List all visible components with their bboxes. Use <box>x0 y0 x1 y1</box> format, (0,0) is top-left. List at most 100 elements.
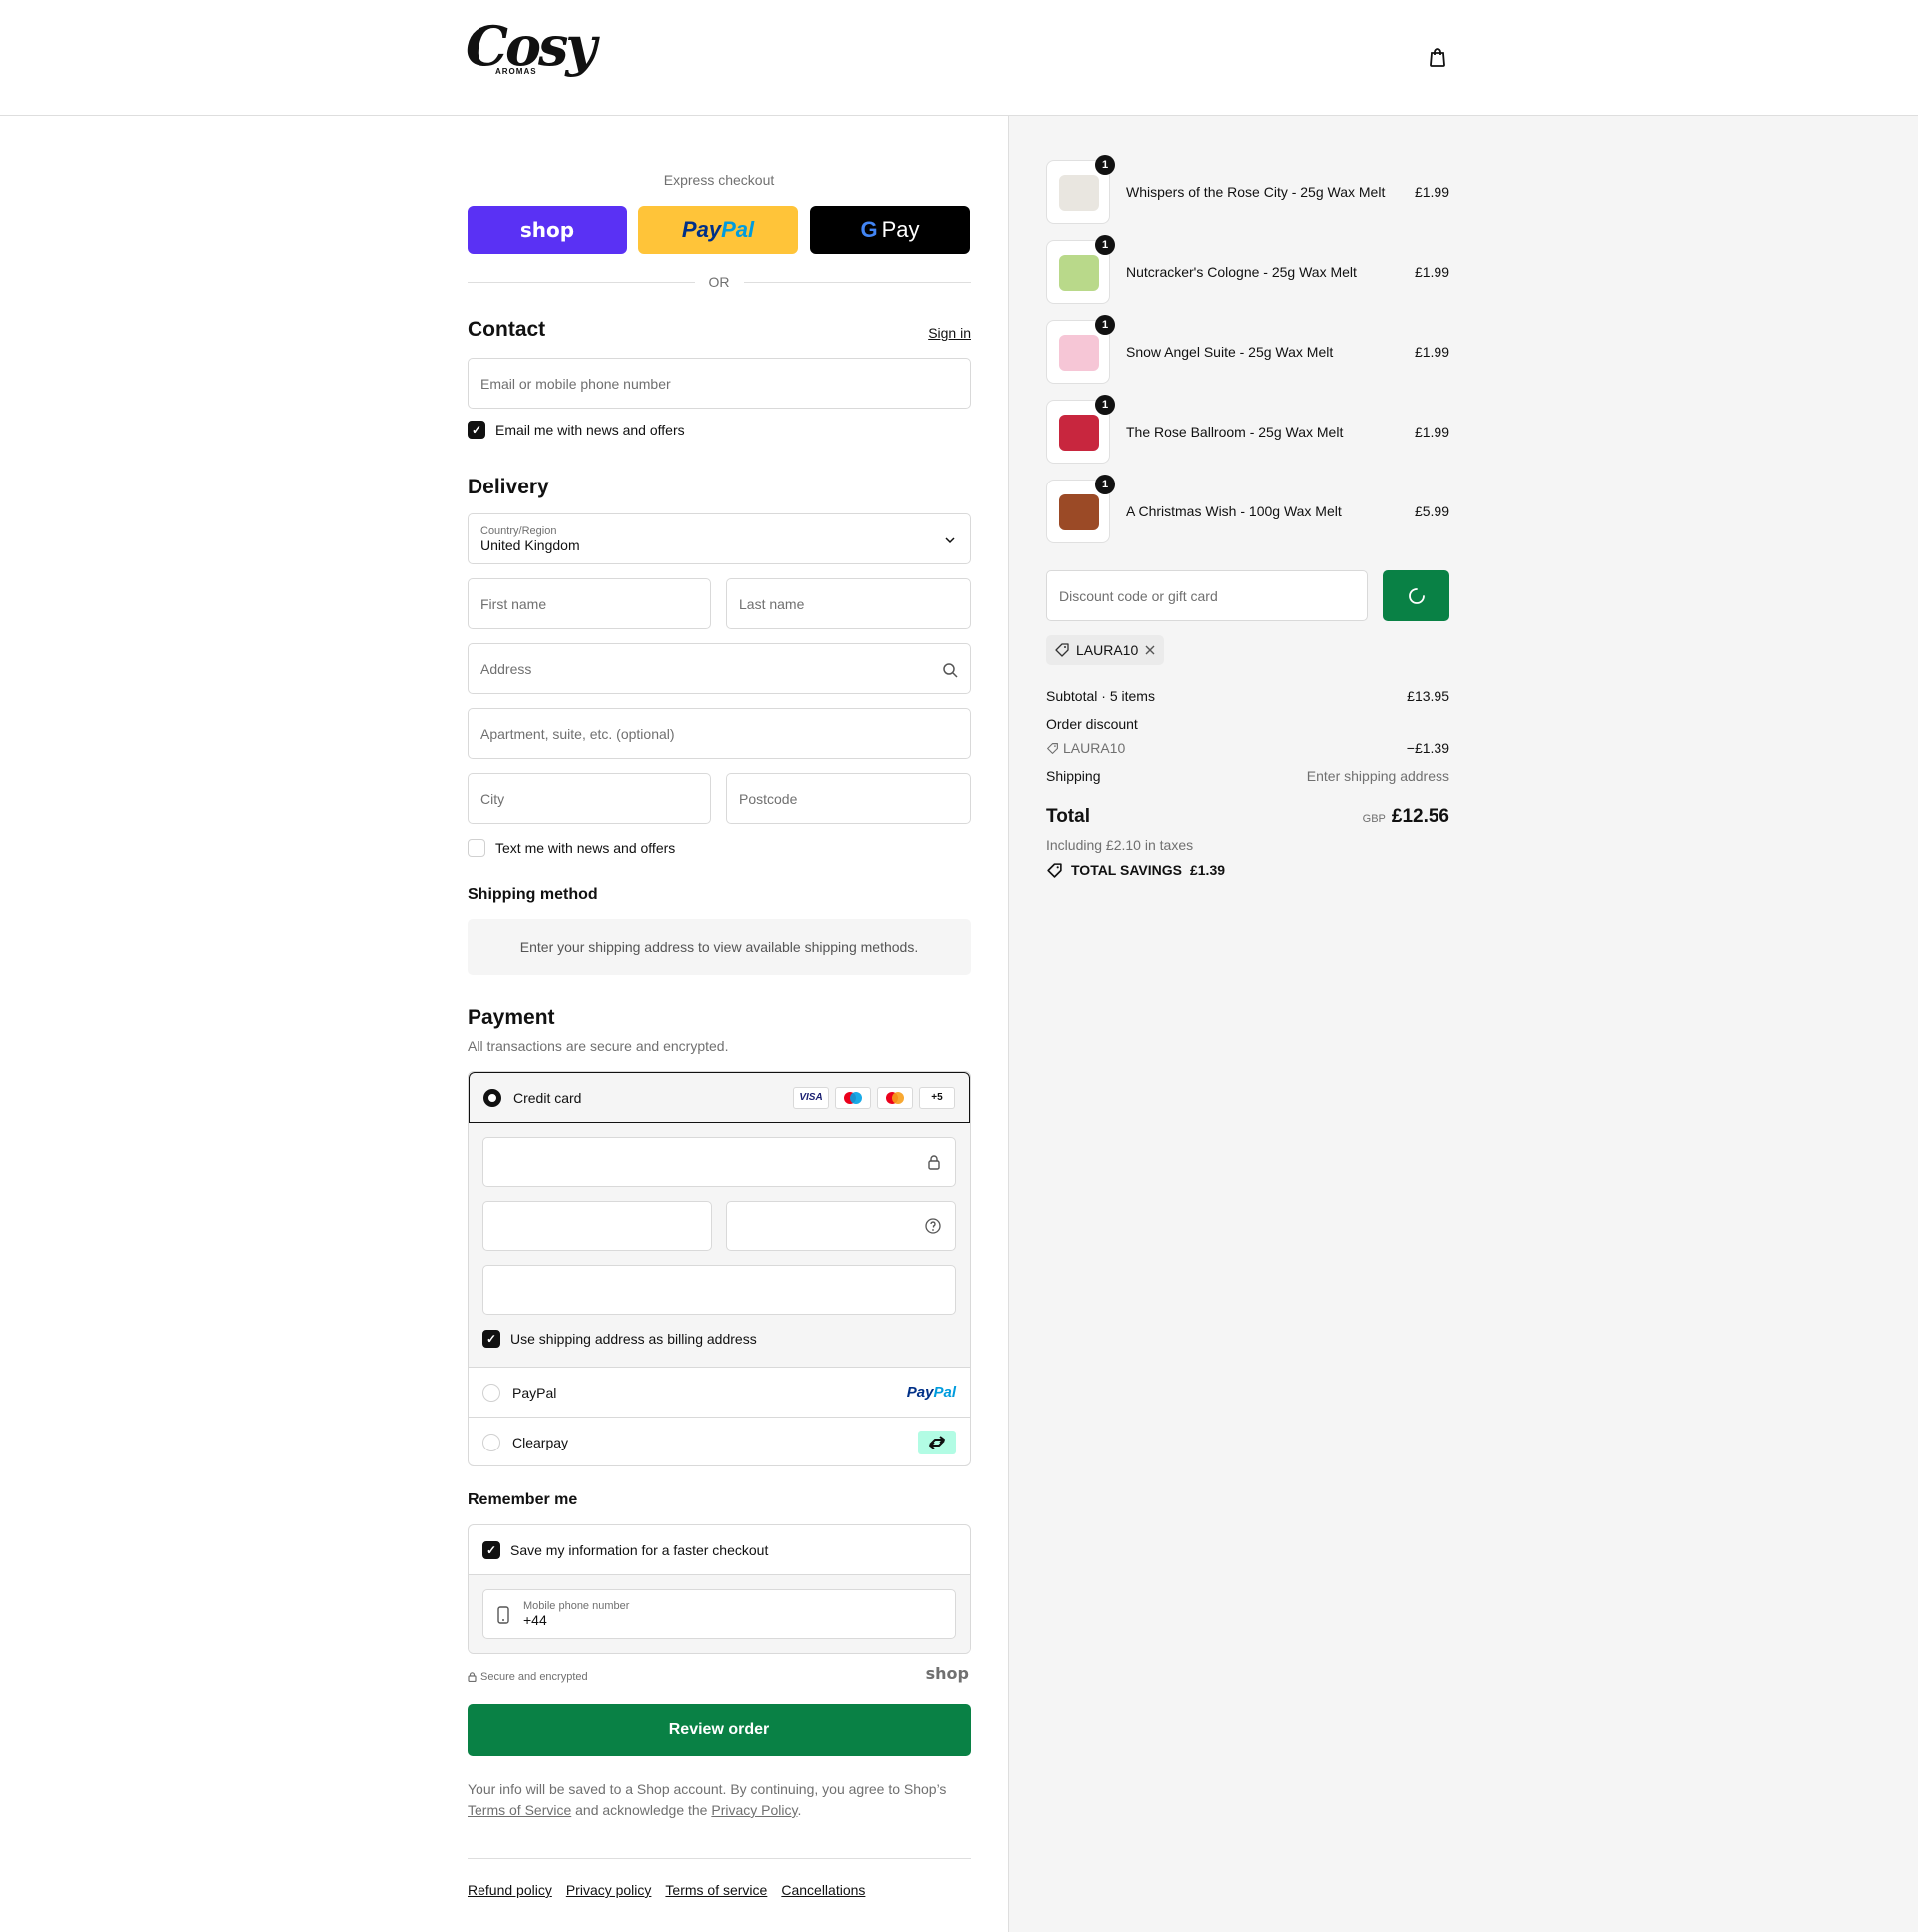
google-pay-button[interactable]: G Pay <box>810 206 970 254</box>
product-image <box>1059 255 1099 291</box>
shop-pay-label: shop <box>519 218 575 242</box>
paypal-logo-pay: Pay <box>681 217 722 242</box>
product-thumbnail: 1 <box>1046 315 1115 384</box>
product-price: £1.99 <box>1414 344 1449 360</box>
security-code-field[interactable] <box>726 1201 956 1251</box>
product-name: A Christmas Wish - 100g Wax Melt <box>1126 503 1342 519</box>
subtotal-label: Subtotal · 5 items <box>1046 688 1155 704</box>
help-icon[interactable] <box>925 1218 941 1234</box>
discount-code-label: LAURA10 <box>1063 740 1126 756</box>
country-select[interactable]: Country/Region United Kingdom <box>468 513 971 564</box>
address-field[interactable]: Address <box>468 643 971 694</box>
shop-pay-button[interactable]: shop <box>468 206 627 254</box>
product-image <box>1059 335 1099 371</box>
quantity-badge: 1 <box>1095 155 1115 175</box>
first-name-field[interactable]: First name <box>468 578 711 629</box>
footer-divider <box>468 1858 971 1859</box>
paypal-option-label: PayPal <box>512 1384 557 1401</box>
mobile-phone-field[interactable]: Mobile phone number +44 <box>482 1589 956 1639</box>
subtotal-value: £13.95 <box>1407 688 1449 704</box>
product-image <box>1059 494 1099 530</box>
product-thumbnail: 1 <box>1046 395 1115 464</box>
refund-policy-link[interactable]: Refund policy <box>468 1882 552 1898</box>
paypal-radio[interactable] <box>482 1383 500 1402</box>
terms-of-service-link[interactable]: Terms of service <box>665 1882 767 1898</box>
google-g-icon: G <box>860 217 878 242</box>
spinner-icon <box>1408 587 1425 604</box>
postcode-field[interactable]: Postcode <box>726 773 971 824</box>
review-order-button[interactable]: Review order <box>468 1704 971 1756</box>
or-divider: OR <box>468 272 971 292</box>
billing-address-option[interactable]: ✓ Use shipping address as billing addres… <box>482 1330 757 1348</box>
legal-text-c: . <box>797 1802 802 1818</box>
newsletter-label: Email me with news and offers <box>495 422 685 438</box>
expiry-date-field[interactable] <box>482 1201 712 1251</box>
close-icon[interactable] <box>1144 644 1156 656</box>
discount-placeholder: Discount code or gift card <box>1059 587 1218 604</box>
save-info-checkbox[interactable]: ✓ <box>482 1540 500 1559</box>
paypal-logo-icon: PayPal <box>907 1384 956 1401</box>
lock-icon <box>928 1155 940 1170</box>
sign-in-link[interactable]: Sign in <box>928 325 971 341</box>
sms-checkbox[interactable] <box>468 839 485 857</box>
line-item: 1 The Rose Ballroom - 25g Wax Melt £1.99 <box>1046 395 1449 464</box>
gpay-label: Pay <box>881 217 920 242</box>
email-placeholder: Email or mobile phone number <box>480 375 671 392</box>
tag-icon <box>1047 742 1058 754</box>
paypal-express-button[interactable]: Pay Pal <box>638 206 798 254</box>
phone-icon <box>497 1606 509 1624</box>
clearpay-logo-icon <box>918 1431 956 1454</box>
currency-code: GBP <box>1362 813 1386 825</box>
last-name-placeholder: Last name <box>739 595 805 612</box>
postcode-placeholder: Postcode <box>739 790 798 807</box>
city-field[interactable]: City <box>468 773 711 824</box>
legal-notice: Your info will be saved to a Shop accoun… <box>468 1779 971 1821</box>
credit-card-option[interactable]: Credit card VISA +5 <box>469 1072 970 1123</box>
apartment-placeholder: Apartment, suite, etc. (optional) <box>480 725 675 742</box>
mobile-phone-label: Mobile phone number <box>523 1600 630 1612</box>
brand-logo[interactable]: Cosy AROMAS <box>466 14 597 96</box>
billing-address-label: Use shipping address as billing address <box>510 1331 757 1347</box>
logo-subtext: AROMAS <box>495 67 537 76</box>
billing-address-checkbox[interactable]: ✓ <box>482 1330 500 1348</box>
subtotal-row: Subtotal · 5 items £13.95 <box>1046 688 1449 704</box>
email-field[interactable]: Email or mobile phone number <box>468 358 971 409</box>
express-checkout-title: Express checkout <box>663 172 775 188</box>
sms-option[interactable]: Text me with news and offers <box>468 839 675 857</box>
shopping-bag-icon[interactable] <box>1427 46 1448 68</box>
savings-row: TOTAL SAVINGS £1.39 <box>1046 862 1449 879</box>
newsletter-option[interactable]: ✓ Email me with news and offers <box>468 421 685 439</box>
clearpay-option[interactable]: Clearpay <box>469 1418 970 1465</box>
discount-code-tag: LAURA10 <box>1046 740 1125 756</box>
mobile-phone-value: +44 <box>523 1612 547 1628</box>
product-price: £1.99 <box>1414 424 1449 440</box>
cancellations-link[interactable]: Cancellations <box>781 1882 865 1898</box>
country-value: United Kingdom <box>480 536 580 553</box>
product-name: Whispers of the Rose City - 25g Wax Melt <box>1126 184 1386 200</box>
line-item: 1 Nutcracker's Cologne - 25g Wax Melt £1… <box>1046 235 1449 304</box>
or-label: OR <box>708 274 730 290</box>
applied-code-chip: LAURA10 <box>1046 635 1165 665</box>
last-name-field[interactable]: Last name <box>726 578 971 629</box>
shop-privacy-link[interactable]: Privacy Policy <box>711 1802 797 1818</box>
clearpay-radio[interactable] <box>482 1434 500 1451</box>
newsletter-checkbox[interactable]: ✓ <box>468 421 485 439</box>
privacy-policy-link[interactable]: Privacy policy <box>566 1882 652 1898</box>
search-icon <box>943 663 958 678</box>
paypal-small-pay: Pay <box>906 1384 934 1401</box>
paypal-option[interactable]: PayPal PayPal <box>469 1368 970 1418</box>
save-info-option[interactable]: ✓ Save my information for a faster check… <box>469 1525 970 1575</box>
order-discount-row: Order discount <box>1046 716 1449 732</box>
product-price: £5.99 <box>1414 503 1449 519</box>
apply-discount-button[interactable] <box>1383 570 1449 621</box>
discount-code-field[interactable]: Discount code or gift card <box>1046 570 1368 621</box>
order-summary-panel <box>1008 116 1918 1932</box>
apartment-field[interactable]: Apartment, suite, etc. (optional) <box>468 708 971 759</box>
chevron-down-icon <box>945 537 955 544</box>
shop-terms-link[interactable]: Terms of Service <box>468 1802 571 1818</box>
savings-label: TOTAL SAVINGS <box>1071 862 1182 878</box>
product-thumbnail: 1 <box>1046 235 1115 304</box>
name-on-card-field[interactable] <box>482 1265 956 1315</box>
card-number-field[interactable] <box>482 1137 956 1187</box>
credit-card-radio[interactable] <box>483 1088 501 1107</box>
